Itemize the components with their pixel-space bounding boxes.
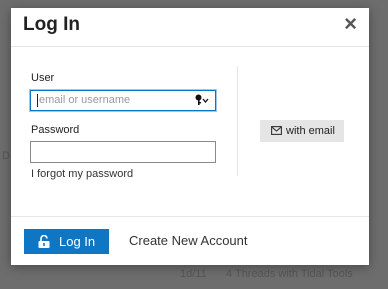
background-timestamp: 1d/11 bbox=[180, 268, 207, 280]
key-icon[interactable] bbox=[195, 94, 209, 106]
login-with-email-label: with email bbox=[286, 125, 335, 137]
background-thread-title: 4 Threads with Tidal Tools bbox=[226, 268, 353, 280]
footer-divider bbox=[11, 216, 369, 217]
text-caret bbox=[37, 94, 38, 107]
login-button-label: Log In bbox=[59, 234, 96, 249]
login-button[interactable]: Log In bbox=[24, 229, 109, 254]
username-placeholder: email or username bbox=[39, 94, 131, 106]
create-account-link[interactable]: Create New Account bbox=[129, 233, 248, 248]
password-input[interactable] bbox=[30, 141, 216, 163]
login-modal: Log In × User email or username Password… bbox=[11, 8, 369, 265]
envelope-icon bbox=[271, 126, 282, 135]
forgot-password-link[interactable]: I forgot my password bbox=[31, 168, 133, 180]
user-label: User bbox=[31, 72, 55, 84]
password-label: Password bbox=[31, 124, 80, 136]
modal-title: Log In bbox=[23, 14, 80, 35]
close-button[interactable]: × bbox=[344, 11, 357, 37]
column-divider bbox=[237, 66, 238, 176]
close-icon: × bbox=[344, 11, 357, 36]
unlock-icon bbox=[38, 235, 50, 248]
login-with-email-button[interactable]: with email bbox=[260, 120, 344, 142]
background-snippet-left: D bbox=[2, 150, 10, 162]
username-input[interactable]: email or username bbox=[30, 90, 216, 111]
header-divider bbox=[11, 46, 369, 47]
